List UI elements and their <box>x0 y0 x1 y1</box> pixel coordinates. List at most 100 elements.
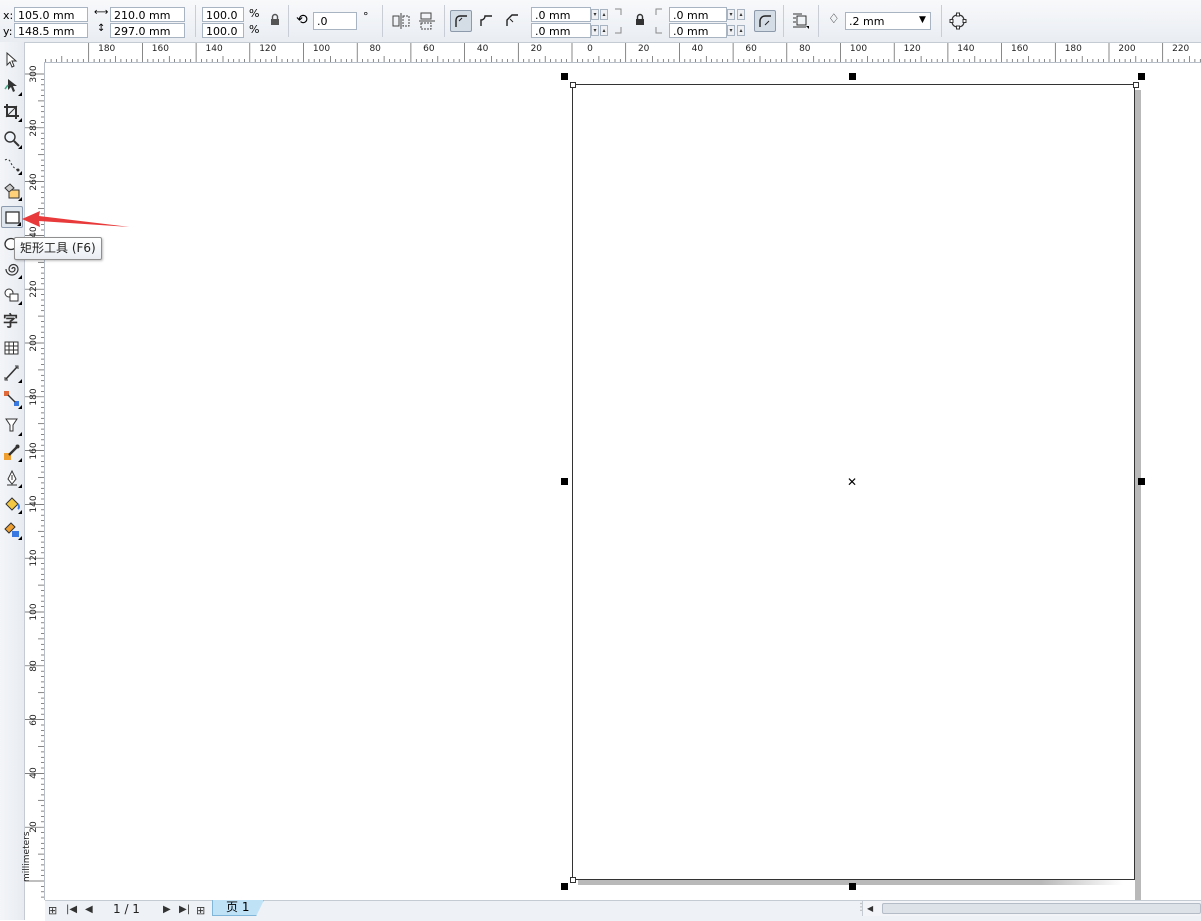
degree-label: ° <box>363 10 369 23</box>
text-tool-icon: 字 <box>3 312 19 330</box>
page-tab[interactable]: 页 1 <box>212 900 264 916</box>
separator <box>941 5 942 37</box>
round-corner-button[interactable] <box>450 10 472 32</box>
ruler-tick-label: 100 <box>312 44 331 54</box>
eyedropper-tool-button[interactable] <box>1 441 23 463</box>
spin-down-icon[interactable]: ▾ <box>591 9 599 20</box>
add-page-after-icon[interactable]: ⊞ <box>196 904 205 917</box>
lock-ratio-icon[interactable] <box>266 10 288 32</box>
outline-pen-icon: ♢ <box>828 12 840 27</box>
ruler-tick-label: 180 <box>29 388 39 406</box>
fill-tool-button[interactable] <box>1 493 23 515</box>
mirror-vertical-icon[interactable] <box>416 10 438 32</box>
add-page-before-icon[interactable]: ⊞ <box>48 904 57 917</box>
selection-handle[interactable] <box>849 883 856 890</box>
separator <box>382 5 383 37</box>
ruler-tick-label: 60 <box>29 713 39 726</box>
ruler-tick-label: 160 <box>1011 44 1029 54</box>
convert-to-curves-icon[interactable] <box>947 10 969 32</box>
chevron-down-icon: ▼ <box>919 15 926 25</box>
text-tool-button[interactable]: 字 <box>1 309 23 331</box>
page-shadow <box>1135 90 1141 900</box>
ruler-tick-label: 220 <box>29 280 39 298</box>
ruler-tick-label: 120 <box>29 549 39 567</box>
scale-x-field[interactable]: 100.0 <box>202 7 244 22</box>
rotation-center-mark[interactable]: ✕ <box>847 475 857 489</box>
ruler-tick-label: 40 <box>691 44 704 54</box>
spin-down-icon[interactable]: ▾ <box>727 9 735 20</box>
corner-radius-top-left-field[interactable]: .0 mm <box>531 7 591 22</box>
ruler-tick-label: 200 <box>29 334 39 352</box>
percent-label: % <box>249 23 260 36</box>
page-counter: 1 / 1 <box>113 902 140 916</box>
corner-node[interactable] <box>570 877 576 883</box>
ruler-tick-label: 20 <box>637 44 650 54</box>
separator <box>195 5 196 37</box>
horizontal-ruler[interactable]: 180 160 140 120 100 80 60 40 20 0 20 40 60 80 100 120 14… <box>25 43 1201 63</box>
corner-node[interactable] <box>570 82 576 88</box>
ruler-tick-label: 160 <box>151 44 169 54</box>
ruler-tick-label: 140 <box>957 44 975 54</box>
connector-tool-button[interactable] <box>1 388 23 410</box>
wrap-text-icon[interactable] <box>790 10 812 32</box>
corner-preview-icon <box>611 5 625 37</box>
ruler-tick-label: 160 <box>29 442 39 460</box>
separator <box>783 5 784 37</box>
selection-handle[interactable] <box>561 73 568 80</box>
property-bar: x: 105.0 mm y: 148.5 mm ⟷ 210.0 mm ↕ 297… <box>0 0 1201 43</box>
selection-handle[interactable] <box>1138 478 1145 485</box>
annotation-arrow <box>22 211 130 227</box>
previous-page-icon[interactable]: ◀ <box>85 904 93 915</box>
scroll-left-icon[interactable]: ◀ <box>867 904 873 913</box>
corner-node[interactable] <box>1133 82 1139 88</box>
rotate-icon: ⟲ <box>296 12 308 28</box>
chamfer-corner-button[interactable] <box>502 10 524 32</box>
next-page-icon[interactable]: ▶ <box>163 904 171 915</box>
mirror-horizontal-icon[interactable] <box>390 10 412 32</box>
ruler-tick-label: 140 <box>29 495 39 513</box>
selection-handle[interactable] <box>1138 73 1145 80</box>
selection-handle[interactable] <box>561 478 568 485</box>
table-tool-button[interactable] <box>1 337 23 359</box>
table-tool-icon <box>4 341 19 355</box>
scallop-corner-button[interactable] <box>476 10 498 32</box>
ruler-tick-label: 20 <box>530 44 543 54</box>
basic-shapes-tool-button[interactable] <box>1 284 23 306</box>
first-page-icon[interactable]: |◀ <box>66 904 77 915</box>
spin-down-icon[interactable]: ▾ <box>727 25 735 36</box>
outline-pen-tool-button[interactable] <box>1 467 23 489</box>
ruler-tick-label: 220 <box>1172 44 1190 54</box>
last-page-icon[interactable]: ▶| <box>179 904 190 915</box>
ruler-tick-label: 80 <box>29 660 39 672</box>
ruler-tick-label: 80 <box>799 44 811 54</box>
spin-up-icon[interactable]: ▴ <box>600 25 608 36</box>
corner-preview-icon <box>652 5 666 37</box>
ruler-tick-label: 120 <box>259 44 277 54</box>
scale-y-field[interactable]: 100.0 <box>202 23 244 38</box>
interactive-fill-tool-button[interactable] <box>1 519 23 541</box>
spin-down-icon[interactable]: ▾ <box>591 25 599 36</box>
corner-radius-bottom-right-field[interactable]: .0 mm <box>669 23 727 38</box>
ruler-tick-label: 180 <box>1064 44 1082 54</box>
corner-radius-bottom-left-field[interactable]: .0 mm <box>531 23 591 38</box>
scrollbar-thumb[interactable] <box>882 903 1201 914</box>
lock-corners-icon[interactable] <box>630 10 652 32</box>
separator <box>818 5 819 37</box>
spin-up-icon[interactable]: ▴ <box>737 9 745 20</box>
relative-corner-scaling-button[interactable] <box>754 10 776 32</box>
ruler-tick-label: 80 <box>369 44 381 54</box>
rotation-field[interactable]: .0 <box>313 12 357 30</box>
ruler-tick-label: 0 <box>587 44 593 54</box>
tooltip: 矩形工具 (F6) <box>14 237 102 260</box>
spin-up-icon[interactable]: ▴ <box>600 9 608 20</box>
dimension-tool-button[interactable] <box>1 362 23 384</box>
percent-label: % <box>249 7 260 20</box>
ruler-tick-label: 40 <box>29 767 39 780</box>
selection-handle[interactable] <box>561 883 568 890</box>
selection-handle[interactable] <box>849 73 856 80</box>
ruler-tick-label: 140 <box>205 44 223 54</box>
spin-up-icon[interactable]: ▴ <box>737 25 745 36</box>
spiral-tool-button[interactable] <box>1 258 23 280</box>
corner-radius-top-right-field[interactable]: .0 mm <box>669 7 727 22</box>
blend-tool-button[interactable] <box>1 415 23 437</box>
